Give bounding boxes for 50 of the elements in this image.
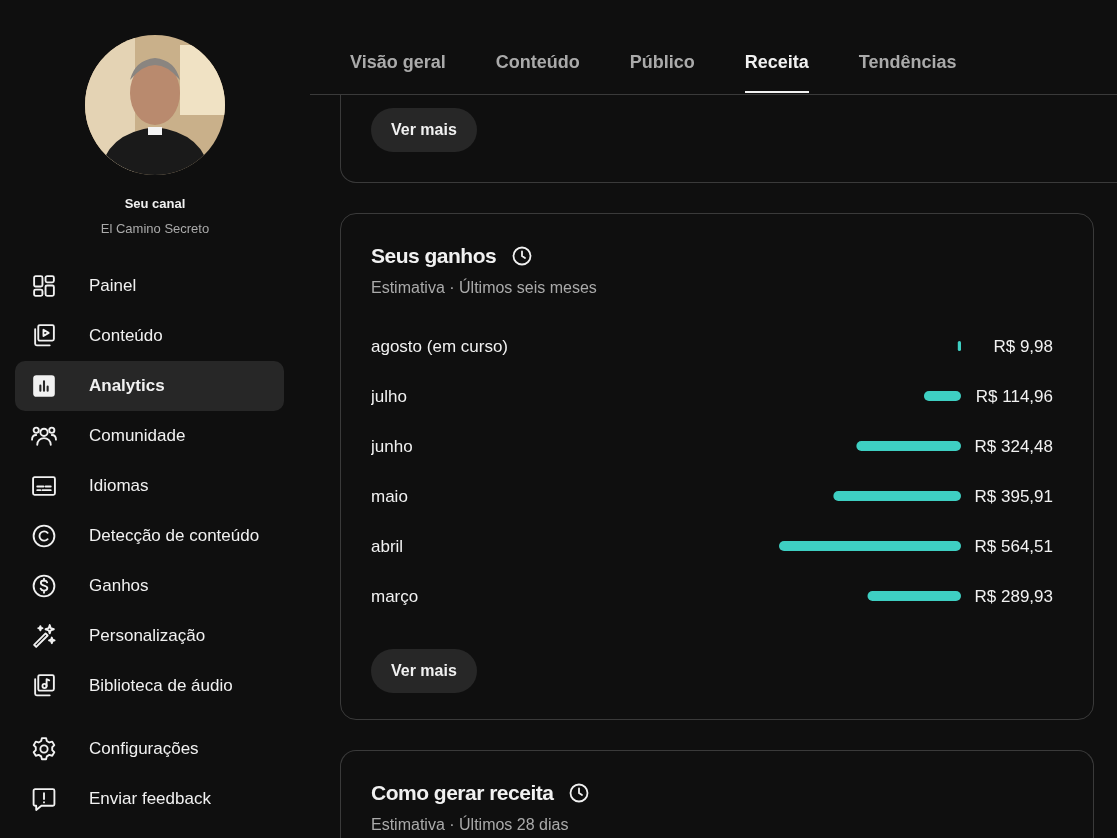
month-label: julho: [371, 387, 407, 406]
magic-wand-icon: [31, 623, 57, 649]
sidebar-item[interactable]: Configurações: [15, 724, 284, 774]
earnings-value: R$ 9,98: [993, 337, 1053, 356]
clock-icon: [512, 246, 533, 266]
clock-icon: [569, 783, 590, 803]
sidebar-item[interactable]: Enviar feedback: [15, 774, 284, 824]
tab[interactable]: Tendências: [858, 0, 957, 93]
earnings-value: R$ 114,96: [975, 387, 1053, 406]
tab[interactable]: Visão geral: [350, 0, 446, 93]
sidebar-item[interactable]: Biblioteca de áudio: [15, 661, 284, 711]
sidebar-item[interactable]: Conteúdo: [15, 311, 284, 361]
card-title: Como gerar receita: [371, 781, 554, 805]
month-label: março: [371, 587, 419, 606]
channel-name: El Camino Secreto: [100, 221, 210, 236]
earnings-value: R$ 395,91: [974, 487, 1053, 506]
feedback-icon: [31, 786, 57, 812]
see-more-button[interactable]: Ver mais: [371, 649, 477, 693]
card-title: Seus ganhos: [371, 244, 497, 268]
sidebar-item[interactable]: Painel: [15, 261, 284, 311]
music-stack-icon: [31, 673, 57, 699]
tab[interactable]: Receita: [744, 0, 809, 93]
earnings-value: R$ 564,51: [974, 537, 1053, 556]
subtitles-icon: [31, 473, 57, 499]
sidebar-item[interactable]: Comunidade: [15, 411, 284, 461]
tab[interactable]: Público: [629, 0, 695, 93]
month-label: junho: [371, 437, 413, 456]
sidebar-item[interactable]: Detecção de conteúdo: [15, 511, 284, 561]
month-label: agosto (em curso): [371, 337, 508, 356]
see-more-button[interactable]: Ver mais: [371, 108, 477, 152]
earnings-value: R$ 289,93: [974, 587, 1053, 606]
earnings-bar: [923, 391, 961, 401]
earnings-bar: [957, 341, 961, 351]
tab[interactable]: Conteúdo: [495, 0, 580, 93]
sidebar-item[interactable]: Personalização: [15, 611, 284, 661]
sidebar-item[interactable]: Ganhos: [15, 561, 284, 611]
video-stack-icon: [31, 323, 57, 349]
dollar-icon: [31, 573, 57, 599]
card-subtitle: Estimativa · Últimos seis meses: [371, 279, 598, 297]
card-subtitle: Estimativa · Últimos 28 dias: [371, 816, 570, 834]
month-label: abril: [371, 537, 404, 556]
sidebar-item[interactable]: Analytics: [15, 361, 284, 411]
channel-label: Seu canal: [124, 196, 186, 211]
month-label: maio: [371, 487, 408, 506]
grid-icon: [31, 273, 57, 299]
settings-icon: [31, 736, 57, 762]
bar-chart-icon: [31, 373, 57, 399]
earnings-value: R$ 324,48: [974, 437, 1053, 456]
copyright-icon: [31, 523, 57, 549]
sidebar-item[interactable]: Idiomas: [15, 461, 284, 511]
